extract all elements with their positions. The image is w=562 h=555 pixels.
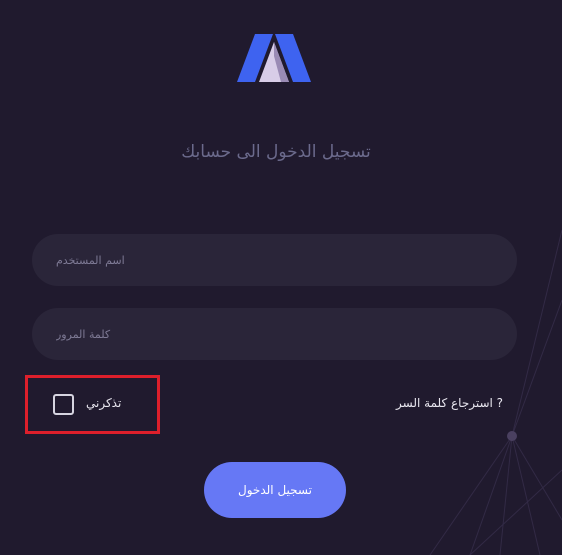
password-field[interactable] bbox=[32, 308, 517, 360]
forgot-password-link[interactable]: ? استرجاع كلمة السر bbox=[396, 396, 503, 410]
login-button[interactable]: تسجيل الدخول bbox=[204, 462, 346, 518]
password-input[interactable] bbox=[32, 308, 517, 360]
logo-icon bbox=[237, 34, 311, 82]
remember-me-label[interactable]: تذكرني bbox=[86, 396, 121, 410]
remember-me-checkbox[interactable] bbox=[53, 394, 74, 415]
page-title: تسجيل الدخول الى حسابك bbox=[181, 142, 371, 162]
username-field[interactable] bbox=[32, 234, 517, 286]
username-input[interactable] bbox=[32, 234, 517, 286]
